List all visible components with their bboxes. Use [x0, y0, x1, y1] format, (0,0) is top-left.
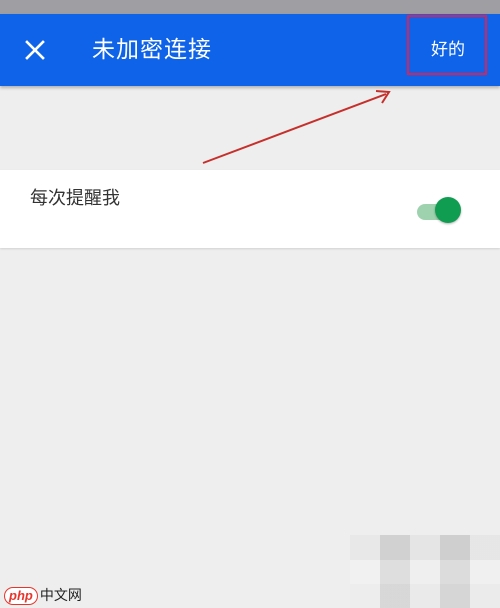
- toggle-knob: [435, 197, 461, 223]
- close-icon[interactable]: [22, 37, 48, 63]
- setting-row-remind-every-time[interactable]: 每次提醒我: [0, 170, 500, 248]
- annotation-highlight-box: [407, 15, 487, 75]
- setting-label: 每次提醒我: [30, 188, 120, 209]
- pixelated-region: [350, 535, 500, 608]
- page-title: 未加密连接: [92, 37, 212, 63]
- watermark-site: 中文网: [39, 588, 82, 604]
- watermark-logo: php 中文网: [4, 586, 82, 606]
- status-bar: [0, 0, 500, 14]
- watermark-brand: php: [4, 587, 38, 605]
- annotation-arrow: [202, 90, 391, 164]
- remind-toggle-switch[interactable]: [415, 197, 463, 225]
